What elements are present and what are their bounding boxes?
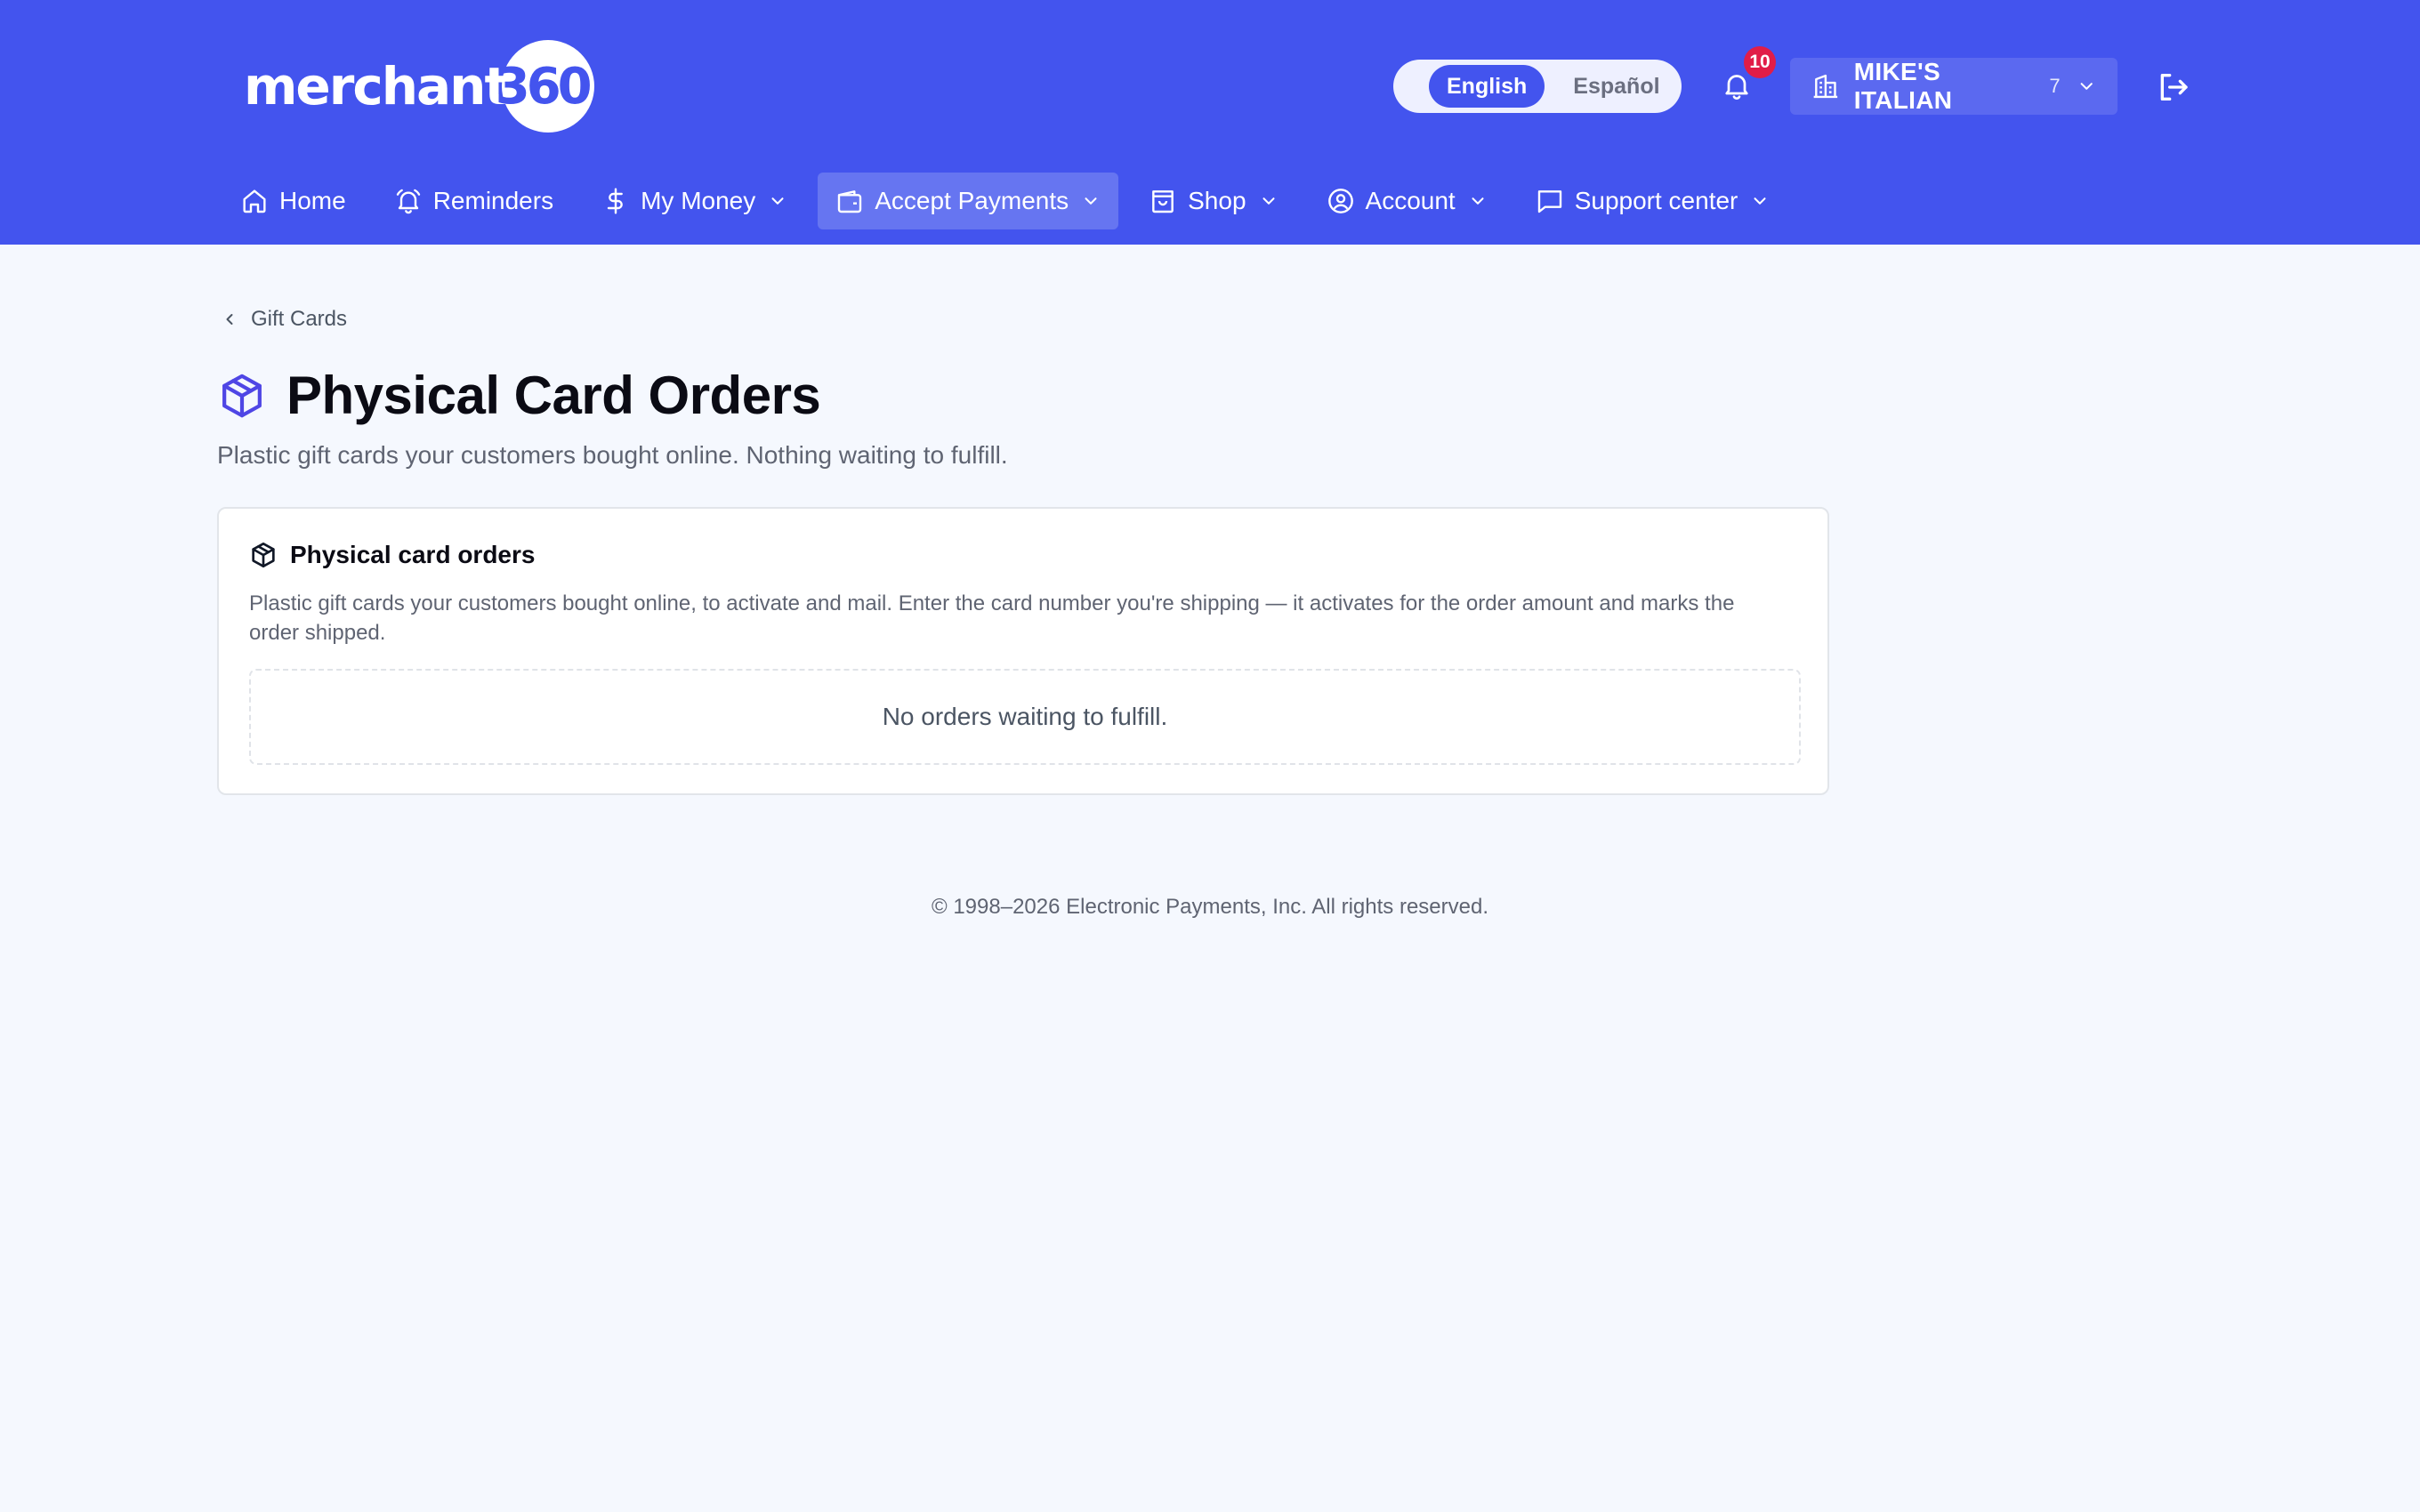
physical-card-orders-panel: Physical card orders Plastic gift cards … — [217, 507, 1829, 795]
nav-label: Reminders — [432, 187, 554, 214]
shopping-bag-icon — [1152, 190, 1174, 213]
dollar-icon — [607, 188, 623, 214]
nav-label: Support center — [1574, 187, 1738, 214]
language-option-english[interactable]: English — [1429, 65, 1545, 108]
chevron-down-icon — [1262, 197, 1275, 205]
building-icon — [1813, 74, 1838, 99]
nav-item-accept-payments[interactable]: Accept Payments — [818, 173, 1119, 229]
nav-item-my-money[interactable]: My Money — [584, 173, 805, 229]
language-option-spanish[interactable]: Español — [1555, 65, 1677, 108]
nav-label: Home — [279, 187, 346, 214]
panel-title: Physical card orders — [290, 541, 536, 568]
chevron-down-icon — [1085, 197, 1097, 205]
nav-label: Account — [1365, 187, 1456, 214]
chevron-down-icon — [1754, 197, 1766, 205]
home-icon — [243, 189, 266, 213]
logo-badge: 360 — [496, 40, 595, 133]
empty-state: No orders waiting to fulfill. — [249, 669, 1801, 765]
nav-label: Accept Payments — [875, 187, 1069, 214]
wallet-icon — [838, 190, 862, 213]
message-icon — [1537, 190, 1561, 213]
breadcrumb-label: Gift Cards — [251, 307, 348, 331]
logo-number: 360 — [495, 57, 593, 116]
panel-description: Plastic gift cards your customers bought… — [249, 591, 1735, 645]
nav-item-account[interactable]: Account — [1309, 173, 1505, 229]
breadcrumb-back-link[interactable]: Gift Cards — [221, 307, 347, 332]
panel-header: Physical card orders — [249, 541, 535, 569]
chevron-down-icon — [1472, 197, 1484, 205]
language-toggle: English Español — [1393, 60, 1682, 113]
nav-label: My Money — [641, 187, 756, 214]
page-subtitle: Plastic gift cards your customers bought… — [217, 441, 1008, 469]
logo-wordmark: merchant — [244, 56, 509, 117]
chevron-down-icon — [771, 197, 784, 205]
user-circle-icon — [1327, 189, 1353, 213]
merchant-count: 7 — [2049, 75, 2061, 97]
nav-item-home[interactable]: Home — [222, 173, 364, 229]
page-header: Physical Card Orders — [217, 365, 821, 426]
main-navigation: Home Reminders My Money Accept Payments … — [222, 173, 1800, 229]
chevron-down-icon — [2080, 83, 2093, 90]
footer-copyright: © 1998–2026 Electronic Payments, Inc. Al… — [931, 895, 1488, 919]
package-icon — [222, 374, 262, 417]
package-icon — [252, 543, 275, 567]
page-title: Physical Card Orders — [286, 366, 821, 425]
bell-ring-icon — [396, 189, 420, 214]
chevron-left-icon — [226, 314, 233, 325]
top-header: merchant 360 English Español 10 MIKE'S I… — [0, 0, 2420, 245]
nav-label: Shop — [1188, 187, 1246, 214]
merchant-selector-button[interactable]: MIKE'S ITALIAN 7 — [1790, 58, 2118, 115]
merchant360-logo[interactable]: merchant 360 — [244, 39, 595, 133]
merchant-name: MIKE'S ITALIAN — [1853, 58, 1953, 114]
logout-icon[interactable] — [2155, 69, 2190, 105]
nav-item-support-center[interactable]: Support center — [1518, 173, 1788, 229]
nav-item-shop[interactable]: Shop — [1131, 173, 1295, 229]
notification-count-badge: 10 — [1744, 46, 1776, 78]
notifications-bell-icon[interactable] — [1721, 69, 1753, 101]
nav-item-reminders[interactable]: Reminders — [376, 173, 571, 229]
